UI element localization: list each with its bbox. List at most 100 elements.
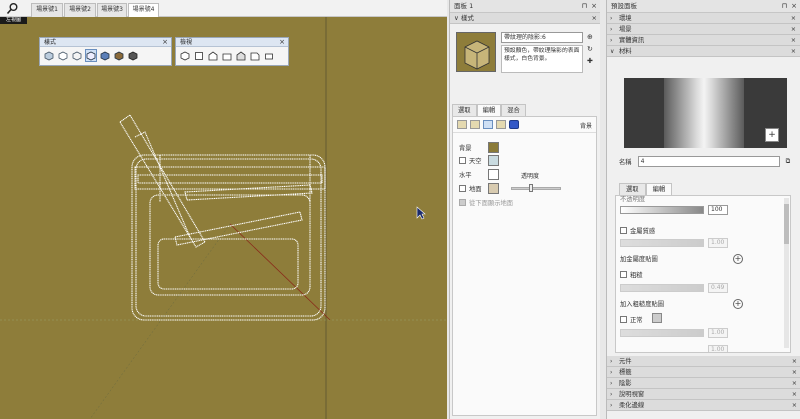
section-components[interactable]: › 元件 × bbox=[607, 356, 800, 367]
close-icon[interactable]: × bbox=[792, 378, 797, 389]
background-color-swatch[interactable] bbox=[488, 142, 499, 153]
close-icon[interactable]: × bbox=[279, 38, 285, 47]
section-shadows[interactable]: › 陰影 × bbox=[607, 378, 800, 389]
create-material-icon[interactable]: + bbox=[765, 128, 779, 142]
add-metallic-map-button[interactable]: + bbox=[733, 254, 743, 264]
modeling-settings-icon[interactable] bbox=[509, 120, 519, 129]
material-edit-scrollbar[interactable] bbox=[784, 198, 789, 348]
roughness-slider[interactable] bbox=[620, 284, 704, 292]
section-materials[interactable]: ∨ 材料 × bbox=[607, 46, 800, 57]
close-icon[interactable]: × bbox=[792, 400, 797, 411]
xray-icon[interactable] bbox=[43, 49, 55, 62]
scene-tab-2[interactable]: 場景號2 bbox=[64, 3, 96, 17]
normal-map-icon[interactable] bbox=[652, 313, 662, 323]
top-view-icon[interactable] bbox=[193, 49, 205, 62]
shaded-textures-icon[interactable] bbox=[113, 49, 125, 62]
left-view-icon[interactable] bbox=[249, 49, 261, 62]
tab-select[interactable]: 選取 bbox=[619, 183, 646, 195]
transparency-slider[interactable] bbox=[511, 187, 561, 190]
face-settings-icon[interactable] bbox=[470, 120, 480, 129]
metallic-slider[interactable] bbox=[620, 239, 704, 247]
ao-value-input[interactable]: 1.00 bbox=[708, 345, 728, 352]
tab-edit[interactable]: 編輯 bbox=[476, 104, 502, 116]
close-icon[interactable]: × bbox=[792, 356, 797, 367]
close-icon[interactable]: × bbox=[791, 24, 796, 35]
roughness-checkbox[interactable] bbox=[620, 271, 627, 278]
monochrome-icon[interactable] bbox=[127, 49, 139, 62]
opacity-slider[interactable] bbox=[620, 206, 704, 214]
bottom-view-icon[interactable] bbox=[263, 49, 275, 62]
scene-tab-1[interactable]: 場景號1 bbox=[31, 3, 63, 17]
back-edges-icon[interactable] bbox=[57, 49, 69, 62]
metallic-checkbox[interactable] bbox=[620, 227, 627, 234]
material-name-input[interactable]: 4 bbox=[637, 156, 780, 167]
tab-select[interactable]: 選取 bbox=[452, 104, 477, 116]
close-icon[interactable]: × bbox=[592, 13, 597, 24]
duplicate-icon[interactable]: ⧉ bbox=[786, 158, 791, 166]
close-icon[interactable]: × bbox=[791, 13, 796, 24]
right-view-icon[interactable] bbox=[221, 49, 233, 62]
background-settings-icon[interactable] bbox=[483, 120, 493, 129]
create-style-icon[interactable]: ✚ bbox=[587, 57, 593, 65]
close-icon[interactable]: × bbox=[791, 46, 796, 57]
ground-color-swatch[interactable] bbox=[488, 183, 499, 194]
section-environment[interactable]: › 環境 × bbox=[607, 13, 800, 24]
tab-edit[interactable]: 編輯 bbox=[645, 183, 673, 195]
pin-icon[interactable]: ⊓ bbox=[782, 0, 787, 13]
section-entity-info[interactable]: › 實體資訊 × bbox=[607, 35, 800, 46]
section-components-label: 元件 bbox=[619, 358, 632, 365]
style-name-field[interactable]: 帶紋理的陰影:6 bbox=[501, 32, 583, 43]
close-icon[interactable]: × bbox=[792, 389, 797, 400]
section-instructor[interactable]: › 說明視窗 × bbox=[607, 389, 800, 400]
normal-value-input[interactable]: 1.00 bbox=[708, 328, 728, 338]
horizon-color-swatch[interactable] bbox=[488, 169, 499, 180]
iso-view-icon[interactable] bbox=[179, 49, 191, 62]
scene-tab-3[interactable]: 場景號3 bbox=[97, 3, 127, 17]
normal-slider[interactable] bbox=[620, 329, 704, 337]
shaded-icon[interactable] bbox=[99, 49, 111, 62]
style-description-field[interactable]: 預設顏色，帶紋理陰影的表面樣式，白色背景。 bbox=[501, 45, 583, 73]
edge-settings-icon[interactable] bbox=[457, 120, 467, 129]
update-style-icon[interactable]: ⊕ bbox=[587, 33, 593, 41]
show-ground-below-checkbox[interactable] bbox=[459, 199, 466, 206]
close-icon[interactable]: × bbox=[791, 35, 796, 46]
close-icon[interactable]: × bbox=[791, 0, 797, 13]
view-toolbar[interactable]: 檢視 × bbox=[175, 37, 289, 66]
front-view-icon[interactable] bbox=[207, 49, 219, 62]
metallic-value-input[interactable]: 1.00 bbox=[708, 238, 728, 248]
roughness-label: 粗糙 bbox=[630, 272, 643, 279]
hidden-line-icon[interactable] bbox=[85, 49, 97, 62]
refresh-icon[interactable]: ↻ bbox=[587, 45, 593, 53]
scene-tab-4[interactable]: 場景號4 bbox=[128, 3, 159, 17]
section-scenes[interactable]: › 場景 × bbox=[607, 24, 800, 35]
section-materials-label: 材料 bbox=[619, 48, 632, 55]
model-viewport[interactable]: 場景號1 場景號2 場景號3 場景號4 左視圖 樣式 × 檢視 × bbox=[0, 0, 447, 419]
ground-label: 地面 bbox=[469, 186, 482, 193]
styles-section-header[interactable]: ∨ 樣式 × bbox=[450, 13, 600, 24]
style-toolbar[interactable]: 樣式 × bbox=[39, 37, 172, 66]
back-view-icon[interactable] bbox=[235, 49, 247, 62]
wireframe-icon[interactable] bbox=[71, 49, 83, 62]
metallic-label: 金屬質感 bbox=[630, 228, 656, 235]
panel-1-title: 面板 1 bbox=[454, 2, 474, 10]
normal-label: 正常 bbox=[630, 317, 643, 324]
section-soften-edges[interactable]: › 柔化邊線 × bbox=[607, 400, 800, 411]
transparency-slider-handle[interactable] bbox=[529, 184, 533, 192]
pin-icon[interactable]: ⊓ bbox=[582, 0, 587, 13]
section-tags[interactable]: › 標籤 × bbox=[607, 367, 800, 378]
sky-label: 天空 bbox=[469, 158, 482, 165]
search-icon[interactable] bbox=[6, 2, 19, 15]
roughness-value-input[interactable]: 0.49 bbox=[708, 283, 728, 293]
sky-checkbox[interactable] bbox=[459, 157, 466, 164]
tab-mix[interactable]: 混合 bbox=[501, 104, 526, 116]
ground-checkbox[interactable] bbox=[459, 185, 466, 192]
chevron-down-icon: ∨ bbox=[610, 48, 615, 55]
watermark-settings-icon[interactable] bbox=[496, 120, 506, 129]
add-roughness-map-button[interactable]: + bbox=[733, 299, 743, 309]
close-icon[interactable]: × bbox=[162, 38, 168, 47]
sky-color-swatch[interactable] bbox=[488, 155, 499, 166]
close-icon[interactable]: × bbox=[792, 367, 797, 378]
close-icon[interactable]: × bbox=[591, 0, 597, 13]
normal-checkbox[interactable] bbox=[620, 316, 627, 323]
opacity-value-input[interactable]: 100 bbox=[708, 205, 728, 215]
